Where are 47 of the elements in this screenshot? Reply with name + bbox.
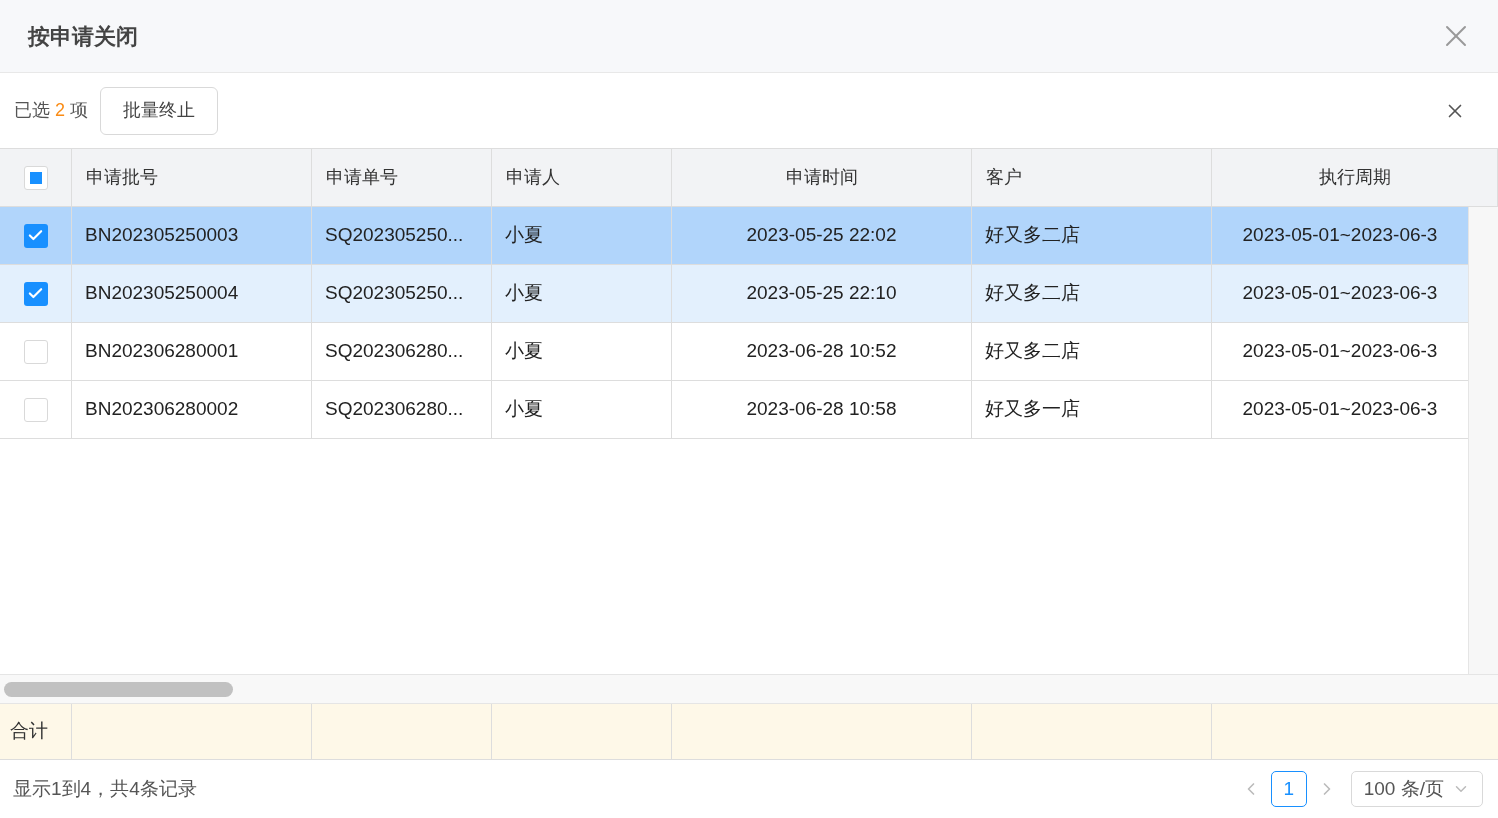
dialog-title: 按申请关闭 [28,22,138,51]
column-header: 执行周期 [1318,166,1391,189]
checkbox[interactable] [23,339,48,364]
vertical-scrollbar-track[interactable] [1468,207,1498,674]
column-header: 申请批号 [86,166,158,189]
column-header: 申请人 [506,166,560,189]
table-cell-text: BN202306280002 [85,397,239,422]
table-cell-text: 好又多二店 [985,223,1080,248]
table-cell-text: 好又多一店 [985,397,1080,422]
batch-stop-button[interactable]: 批量终止 [100,86,219,135]
record-info: 显示1到4，共4条记录 [13,776,197,801]
table-cell-text: 小夏 [505,281,543,306]
table-cell-text: SQ202305250... [325,223,464,248]
page-size-select[interactable]: 100 条/页 [1350,771,1483,807]
table-cell-text: BN202306280001 [85,339,239,364]
checkbox[interactable] [23,281,48,306]
checkbox[interactable] [23,223,48,248]
horizontal-scrollbar[interactable] [4,681,233,697]
summary-label: 合计 [10,719,48,744]
column-header: 客户 [986,166,1022,189]
table-cell-text: 2023-05-01~2023-06-3 [1242,223,1438,248]
table-cell-text: 小夏 [505,339,543,364]
table-cell-text: 小夏 [505,397,543,422]
table-cell-text: 2023-06-28 10:52 [746,339,897,364]
table-cell-text: 好又多二店 [985,339,1080,364]
table-cell-text: 2023-05-01~2023-06-3 [1242,339,1438,364]
selection-count: 已选 2 项 [14,99,89,122]
table-row[interactable]: BN202306280002 SQ202306280... 小夏 2023-06-28 10:58 好又多一店 2023-05-01~2023-06-3 [0,381,1468,439]
table-cell-text: BN202305250003 [85,223,239,248]
table-cell-text: 小夏 [505,223,543,248]
table-cell-text: 2023-05-01~2023-06-3 [1242,281,1438,306]
checkbox[interactable] [23,397,48,422]
column-header: 申请时间 [785,166,858,189]
table-cell-text: 2023-06-28 10:58 [746,397,897,422]
table-cell-text: 2023-05-25 22:10 [746,281,897,306]
table-row[interactable]: BN202306280001 SQ202306280... 小夏 2023-06-28 10:52 好又多二店 2023-05-01~2023-06-3 [0,323,1468,381]
table-cell-text: 2023-05-25 22:02 [746,223,897,248]
table-cell-text: 2023-05-01~2023-06-3 [1242,397,1438,422]
table-row[interactable]: BN202305250003 SQ202305250... 小夏 2023-05-25 22:02 好又多二店 2023-05-01~2023-06-3 [0,207,1468,265]
table-cell-text: BN202305250004 [85,281,239,306]
table-cell-text: SQ202305250... [325,281,464,306]
table-cell-text: SQ202306280... [325,339,464,364]
table-cell-text: 好又多二店 [985,281,1080,306]
table-row[interactable]: BN202305250004 SQ202305250... 小夏 2023-05-25 22:10 好又多二店 2023-05-01~2023-06-3 [0,265,1468,323]
checkbox[interactable] [23,165,48,190]
column-header: 申请单号 [326,166,398,189]
table-cell-text: SQ202306280... [325,397,464,422]
